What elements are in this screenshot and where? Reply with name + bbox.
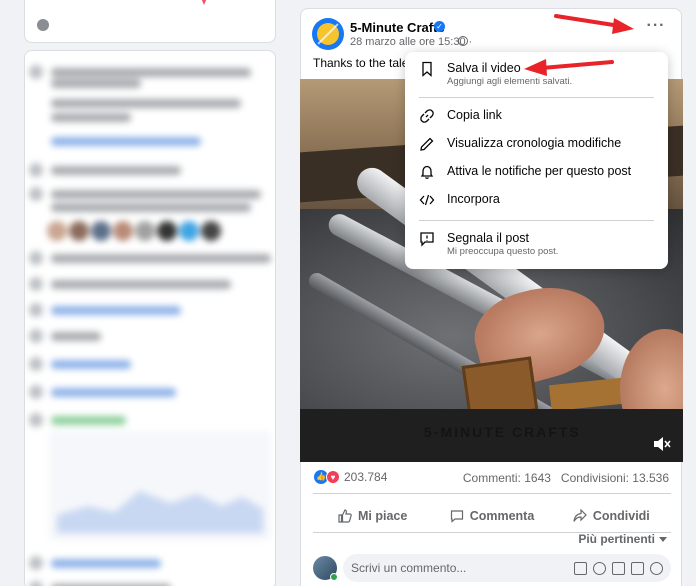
post-stats: Commenti: 1643 Condivisioni: 13.536 (463, 471, 669, 485)
comment-icon (450, 510, 463, 523)
avatar-sticker-icon[interactable] (574, 561, 587, 575)
sticker-icon[interactable] (650, 561, 663, 575)
post-actions: Mi piace Commenta Condividi (313, 500, 671, 532)
menu-separator (419, 220, 654, 221)
share-button[interactable]: Condividi (552, 500, 671, 532)
menu-item-report[interactable]: Segnala il post Mi preoccupa questo post… (413, 226, 660, 262)
menu-item-edit-history[interactable]: Visualizza cronologia modifiche (413, 131, 660, 159)
menu-separator (419, 97, 654, 98)
left-top-card (24, 0, 276, 43)
map-pin-icon (201, 0, 207, 5)
thumbs-up-icon (338, 509, 352, 523)
comment-composer (313, 554, 671, 582)
notifications-label: Attiva le notifiche per questo post (447, 164, 632, 178)
reactions-summary[interactable]: 👍 ♥ 203.784 (314, 470, 387, 484)
like-button[interactable]: Mi piace (313, 500, 432, 532)
comment-box[interactable] (343, 554, 671, 582)
copy-link-label: Copia link (447, 108, 502, 122)
video-watermark: 5-MINUTE CRAFTS (424, 424, 581, 440)
comment-label: Commenta (469, 509, 535, 523)
like-label: Mi piace (358, 509, 408, 523)
comment-sort-dropdown[interactable]: Più pertinenti (578, 532, 667, 546)
comment-button[interactable]: Commenta (432, 500, 551, 532)
user-avatar[interactable] (313, 556, 338, 581)
divider (313, 493, 671, 494)
emoji-icon[interactable] (593, 561, 606, 575)
caret-down-icon (659, 536, 667, 542)
share-label: Condividi (592, 509, 650, 523)
blurred-info-card (24, 50, 276, 586)
sort-label: Più pertinenti (578, 532, 655, 546)
save-video-label: Salva il video (447, 61, 521, 75)
post-text: Thanks to the taler (313, 56, 408, 70)
left-column (24, 0, 276, 586)
globe-icon (458, 36, 468, 46)
edit-history-label: Visualizza cronologia modifiche (447, 136, 622, 150)
page-avatar[interactable] (312, 18, 344, 50)
page-name[interactable]: 5-Minute Crafts (350, 20, 445, 35)
gif-icon[interactable] (631, 561, 644, 575)
embed-label: Incorpora (447, 192, 500, 206)
save-video-description: Aggiungi agli elementi salvati. (447, 76, 573, 87)
post-timestamp[interactable]: 28 marzo alle ore 15:30 · (350, 36, 472, 48)
camera-icon[interactable] (612, 561, 625, 575)
comment-input[interactable] (351, 561, 574, 575)
reaction-count: 203.784 (344, 470, 388, 484)
shares-count[interactable]: Condivisioni: 13.536 (561, 471, 669, 485)
menu-item-embed[interactable]: Incorpora (413, 187, 660, 215)
report-description: Mi preoccupa questo post. (447, 246, 559, 257)
report-label: Segnala il post (447, 231, 530, 245)
post-options-menu: Salva il video Aggiungi agli elementi sa… (405, 52, 668, 269)
menu-item-copy-link[interactable]: Copia link (413, 103, 660, 131)
info-icon[interactable] (37, 19, 49, 31)
verified-badge-icon: ✓ (434, 21, 445, 32)
report-icon (420, 232, 434, 247)
comments-count[interactable]: Commenti: 1643 (463, 471, 551, 485)
share-icon (573, 509, 587, 522)
bell-icon (420, 165, 434, 179)
mute-icon[interactable] (653, 436, 671, 452)
link-icon (420, 109, 434, 123)
blurred-content (25, 51, 275, 586)
code-icon (419, 194, 435, 206)
online-status-icon (330, 573, 338, 581)
more-options-button[interactable]: ··· (645, 18, 667, 35)
comment-tools (574, 561, 663, 575)
menu-item-notifications[interactable]: Attiva le notifiche per questo post (413, 159, 660, 187)
menu-item-save-video[interactable]: Salva il video Aggiungi agli elementi sa… (413, 56, 660, 92)
love-reaction-icon: ♥ (326, 470, 340, 484)
bookmark-icon (422, 61, 432, 77)
pencil-icon (420, 137, 434, 151)
